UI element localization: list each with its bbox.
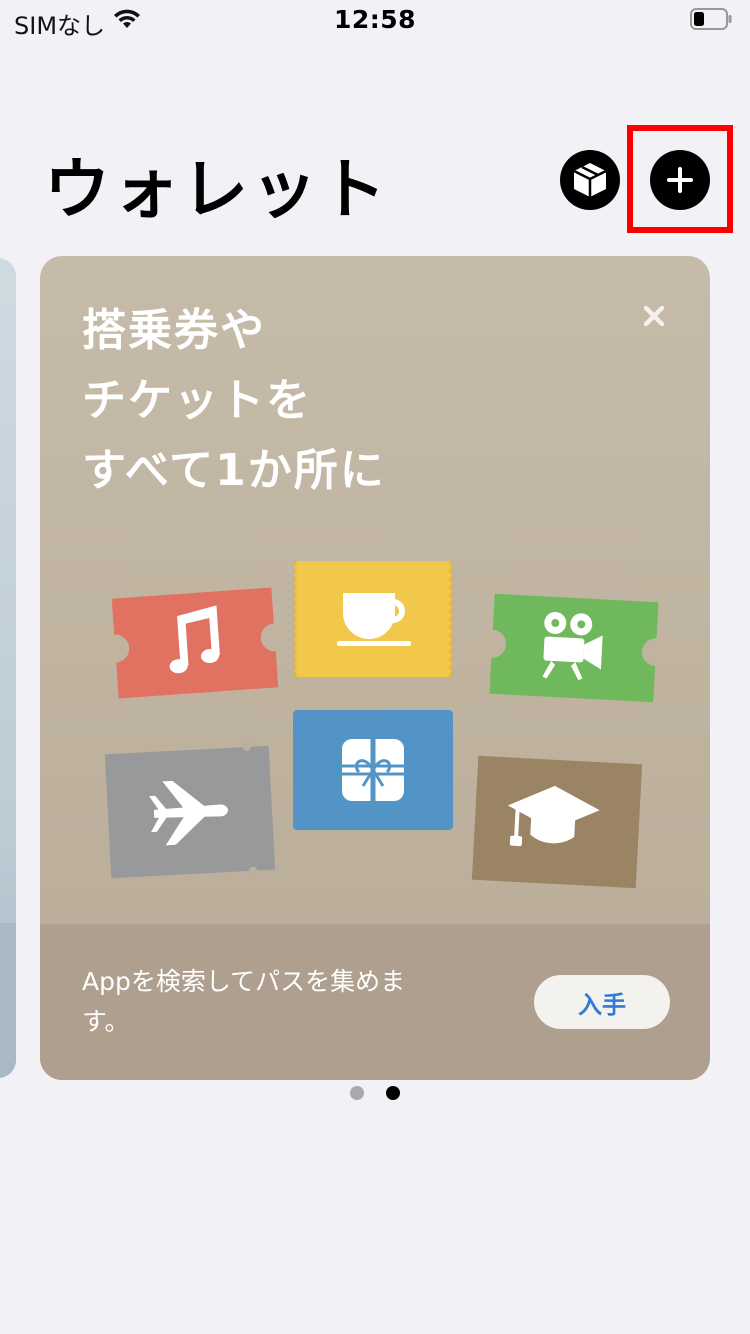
promo-card[interactable]: 搭乗券や チケットを すべて1か所に Appを検索してパスを集めます。 入手 <box>40 256 710 1080</box>
movie-camera-icon <box>489 593 659 703</box>
promo-title: 搭乗券や チケットを すべて1か所に <box>82 305 386 496</box>
graduation-cap-icon <box>471 755 643 889</box>
status-bar: SIMなし 12:58 <box>0 0 750 40</box>
box-button[interactable] <box>560 150 620 210</box>
clock: 12:58 <box>333 5 417 34</box>
page-title: ウォレット <box>44 151 389 228</box>
package-icon <box>573 163 607 197</box>
gift-icon <box>293 710 453 830</box>
tickets-illustration <box>104 561 659 889</box>
promo-footer-text: Appを検索してパスを集めます。 <box>82 967 406 1036</box>
plus-icon <box>667 167 693 193</box>
close-icon[interactable] <box>634 296 674 336</box>
page-indicator[interactable] <box>348 1086 408 1102</box>
music-note-icon <box>111 587 279 699</box>
get-button[interactable]: 入手 <box>534 975 670 1029</box>
coffee-cup-icon <box>293 561 453 677</box>
page-dot-1[interactable] <box>350 1086 364 1100</box>
page-dot-2-active[interactable] <box>386 1086 400 1100</box>
airplane-icon <box>104 742 276 879</box>
promo-footer: Appを検索してパスを集めます。 入手 <box>40 924 710 1080</box>
add-button[interactable] <box>650 150 710 210</box>
previous-card[interactable] <box>0 258 16 1078</box>
battery-low-icon <box>690 8 732 30</box>
